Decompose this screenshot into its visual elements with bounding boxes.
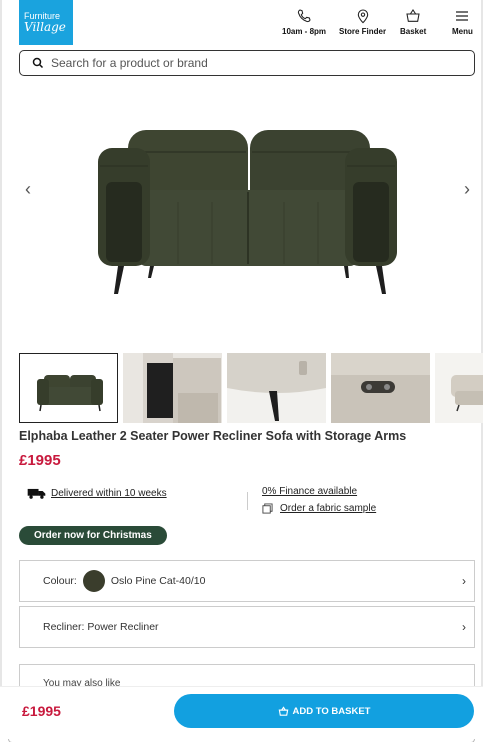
search-icon — [32, 57, 44, 69]
fabric-swatch-icon — [262, 503, 273, 514]
store-finder-label: Store Finder — [339, 27, 387, 36]
info-divider — [247, 492, 248, 510]
thumbnail-sofa-angle-image — [435, 353, 483, 423]
thumbnail-recliner-button-image — [331, 353, 430, 423]
basket-icon — [278, 705, 288, 716]
basket-icon — [406, 9, 420, 22]
thumbnail-storage-arm-image — [123, 353, 222, 423]
product-image-carousel[interactable]: ‹ › — [0, 82, 483, 342]
menu-button[interactable]: Menu — [452, 8, 473, 36]
thumbnail-sofa-front-image — [37, 375, 103, 412]
sofa-image — [98, 130, 397, 294]
sticky-basket-bar: £1995 ADD TO BASKET — [0, 686, 483, 742]
footer-price: £1995 — [22, 703, 61, 719]
logo-line2: Village — [24, 20, 66, 34]
opening-hours-link[interactable]: 10am - 8pm — [282, 8, 326, 36]
colour-value: Oslo Pine Cat-40/10 — [110, 575, 206, 587]
thumbnail-1[interactable] — [19, 353, 118, 423]
colour-swatch — [82, 570, 105, 592]
product-price: £1995 — [19, 452, 61, 469]
delivery-truck-icon — [27, 488, 46, 499]
fabric-sample-info[interactable]: Order a fabric sample — [262, 503, 376, 514]
search-input[interactable] — [51, 56, 451, 70]
finance-link[interactable]: 0% Finance available — [262, 486, 357, 497]
thumbnail-leg-detail-image — [227, 353, 326, 423]
chevron-right-icon: › — [462, 574, 466, 588]
prev-image-button[interactable]: ‹ — [18, 179, 38, 199]
site-header: Furniture Village 10am - 8pm Store Finde… — [0, 0, 483, 48]
basket-label: Basket — [400, 27, 427, 36]
colour-selector[interactable]: Colour: Oslo Pine Cat-40/10 › — [19, 560, 475, 602]
hamburger-icon — [456, 11, 469, 21]
delivery-link[interactable]: Delivered within 10 weeks — [51, 488, 167, 499]
chevron-right-icon: › — [462, 620, 466, 634]
thumbnail-strip — [19, 353, 483, 423]
hours-label: 10am - 8pm — [282, 27, 327, 36]
thumbnail-5[interactable] — [435, 353, 483, 423]
colour-label: Colour: — [43, 575, 77, 587]
fabric-sample-link[interactable]: Order a fabric sample — [280, 503, 376, 514]
delivery-info[interactable]: Delivered within 10 weeks — [27, 486, 167, 500]
thumbnail-2[interactable] — [123, 353, 222, 423]
phone-icon — [297, 9, 311, 23]
add-to-basket-button[interactable]: ADD TO BASKET — [174, 694, 474, 728]
thumbnail-3[interactable] — [227, 353, 326, 423]
add-to-basket-label: ADD TO BASKET — [292, 705, 371, 717]
christmas-badge: Order now for Christmas — [19, 526, 167, 545]
logo[interactable]: Furniture Village — [19, 0, 73, 45]
menu-label: Menu — [452, 27, 473, 36]
product-title: Elphaba Leather 2 Seater Power Recliner … — [19, 429, 407, 443]
recliner-selector[interactable]: Recliner: Power Recliner › — [19, 606, 475, 648]
map-pin-icon — [357, 9, 368, 24]
chevron-right-icon: › — [464, 178, 470, 199]
recliner-label: Recliner: Power Recliner — [43, 621, 159, 633]
basket-link[interactable]: Basket — [400, 8, 426, 36]
finance-info[interactable]: 0% Finance available — [262, 486, 357, 497]
next-image-button[interactable]: › — [457, 179, 477, 199]
thumbnail-4[interactable] — [331, 353, 430, 423]
chevron-left-icon: ‹ — [25, 178, 31, 199]
store-finder-link[interactable]: Store Finder — [339, 8, 386, 36]
search-bar[interactable] — [19, 50, 475, 76]
